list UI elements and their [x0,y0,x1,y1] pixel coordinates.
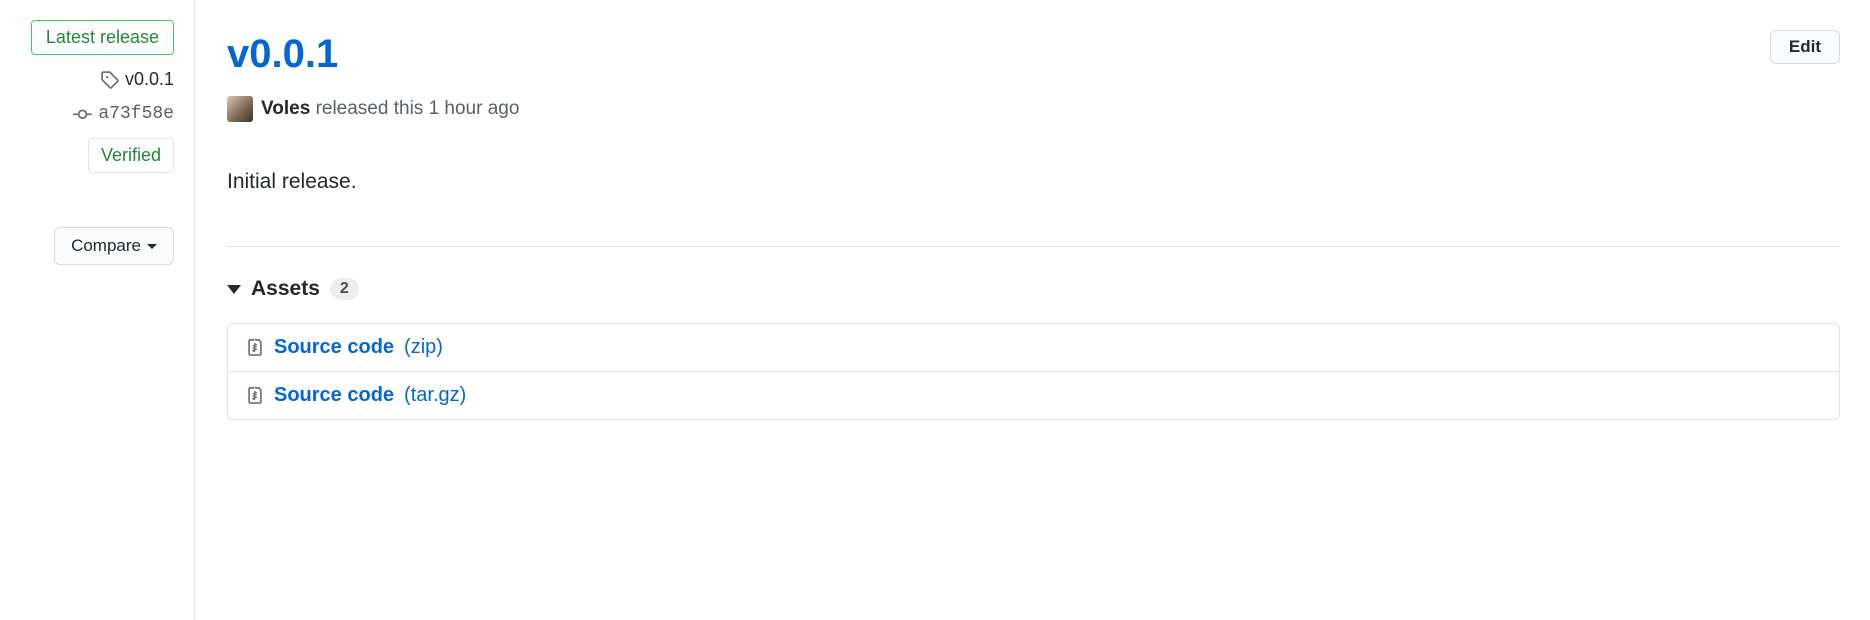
caret-down-icon [147,244,157,249]
author-link[interactable]: Voles [261,98,310,119]
assets-title: Assets [251,277,320,301]
file-zip-icon [246,339,264,357]
compare-button[interactable]: Compare [54,227,174,265]
tag-link[interactable]: v0.0.1 [100,69,174,90]
divider [227,246,1840,247]
asset-ext: (tar.gz) [404,384,466,407]
avatar[interactable] [227,96,253,122]
file-zip-icon [246,387,264,405]
assets-toggle[interactable]: Assets 2 [227,277,1840,301]
compare-label: Compare [71,236,141,256]
release-title[interactable]: v0.0.1 [227,30,338,78]
asset-name: Source code [274,384,394,407]
byline-text: released this 1 hour ago [316,98,520,119]
tag-label: v0.0.1 [125,69,174,90]
assets-count-badge: 2 [330,278,359,300]
asset-name: Source code [274,336,394,359]
asset-row[interactable]: Source code (tar.gz) [228,371,1839,419]
asset-ext: (zip) [404,336,443,359]
commit-link[interactable]: a73f58e [73,104,174,124]
release-sidebar: Latest release v0.0.1 a73f58e Verified C… [0,0,195,620]
latest-release-badge: Latest release [31,20,174,55]
commit-sha: a73f58e [98,104,174,124]
asset-row[interactable]: Source code (zip) [228,324,1839,371]
caret-down-icon [227,285,241,294]
verified-badge[interactable]: Verified [88,138,174,173]
release-body: Initial release. [227,170,1840,194]
assets-list: Source code (zip) Source code (tar.gz) [227,323,1840,420]
tag-icon [100,70,119,89]
release-main: v0.0.1 Edit Voles released this 1 hour a… [195,0,1870,620]
release-byline: Voles released this 1 hour ago [227,96,1840,122]
edit-button[interactable]: Edit [1770,30,1840,64]
commit-icon [73,105,92,124]
